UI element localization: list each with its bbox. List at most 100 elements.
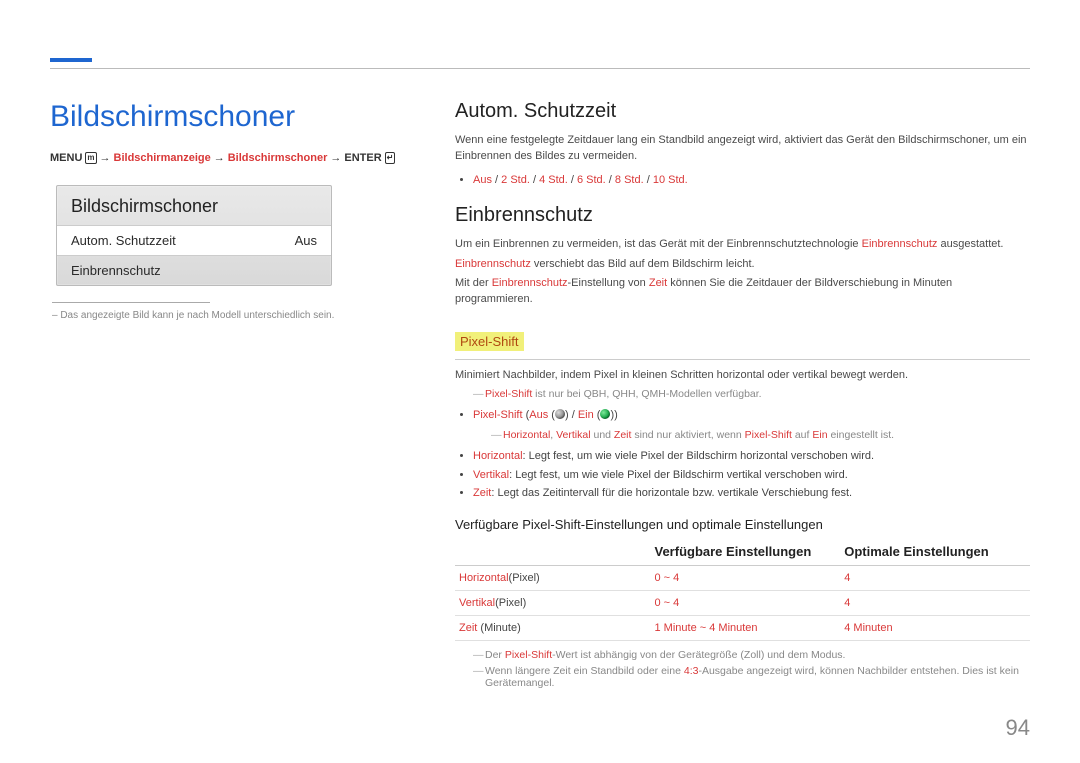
pixel-shift-param-list: Horizontal : Legt fest, um wie viele Pixe…	[473, 447, 1030, 503]
enter-icon: ↵	[385, 152, 396, 164]
list-item: Zeit: Legt das Zeitintervall für die hor…	[473, 484, 1030, 503]
text: (Minute)	[477, 622, 520, 634]
text: ))	[610, 409, 617, 421]
table-row: Zeit (Minute) 1 Minute ~ 4 Minuten 4 Min…	[455, 616, 1030, 641]
optimal-value: 4 Minuten	[840, 616, 1030, 641]
term-pixel-shift: Pixel-Shift	[473, 409, 523, 421]
option-8std: 8 Std.	[615, 174, 644, 186]
term-pixel-shift: Pixel-Shift	[505, 649, 552, 661]
pixel-shift-option-list: Pixel-Shift (Aus () / Ein ())	[473, 406, 1030, 425]
header-rule	[50, 68, 1030, 69]
term-vertikal: Vertikal	[556, 429, 590, 441]
text: sind nur aktiviert, wenn	[631, 429, 744, 441]
term-einbrennschutz: Einbrennschutz	[862, 238, 938, 250]
osd-title: Bildschirmschoner	[57, 186, 331, 225]
einbrennschutz-p2: Einbrennschutz verschiebt das Bild auf d…	[455, 257, 1030, 273]
table-header	[455, 538, 651, 566]
breadcrumb-arrow: →	[330, 152, 341, 164]
card-footnote-rule	[52, 302, 210, 303]
row-label: Horizontal(Pixel)	[455, 566, 651, 591]
row-label: Vertikal(Pixel)	[455, 591, 651, 616]
table-header: Optimale Einstellungen	[840, 538, 1030, 566]
card-footnote: – Das angezeigte Bild kann je nach Model…	[52, 310, 334, 321]
separator: /	[644, 174, 653, 186]
term-vertikal: Vertikal	[459, 597, 495, 609]
list-item: Aus / 2 Std. / 4 Std. / 6 Std. / 8 Std. …	[473, 171, 1030, 190]
text: -Einstellung von	[568, 277, 649, 289]
pixel-shift-availability-note: Pixel-Shift ist nur bei QBH, QHH, QMH-Mo…	[473, 388, 1030, 400]
radio-off-icon	[555, 409, 565, 419]
term-pixel-shift: Pixel-Shift	[745, 429, 792, 441]
auto-schutzzeit-desc: Wenn eine festgelegte Zeitdauer lang ein…	[455, 133, 1030, 165]
text: : Legt das Zeitintervall für die horizon…	[491, 487, 852, 499]
text: verschiebt das Bild auf dem Bildschirm l…	[531, 258, 755, 270]
option-aus: Aus	[529, 409, 548, 421]
option-2std: 2 Std.	[501, 174, 530, 186]
pixel-shift-heading-row: Pixel-Shift	[455, 328, 1030, 360]
text: auf	[792, 429, 812, 441]
footnote-afterimage: Wenn längere Zeit ein Standbild oder ein…	[473, 665, 1030, 689]
pixel-shift-settings-table: Verfügbare Einstellungen Optimale Einste…	[455, 538, 1030, 641]
footnote-pixel-shift-value: Der Pixel-Shift-Wert ist abhängig von de…	[473, 649, 1030, 661]
text: Um ein Einbrennen zu vermeiden, ist das …	[455, 238, 862, 250]
section-heading-auto-schutzzeit: Autom. Schutzzeit	[455, 100, 1030, 123]
section-heading-pixel-shift: Pixel-Shift	[455, 332, 524, 351]
term-zeit: Zeit	[614, 429, 632, 441]
row-label: Zeit (Minute)	[455, 616, 651, 641]
term-horizontal: Horizontal	[503, 429, 550, 441]
table-row: Vertikal(Pixel) 0 ~ 4 4	[455, 591, 1030, 616]
table-title: Verfügbare Pixel-Shift-Einstellungen und…	[455, 517, 1030, 532]
term-4-3: 4:3	[684, 665, 699, 677]
list-item: Pixel-Shift (Aus () / Ein ())	[473, 406, 1030, 425]
term-horizontal: Horizontal	[473, 450, 523, 462]
text: ist nur bei QBH, QHH, QMH-Modellen verfü…	[532, 388, 761, 400]
radio-on-icon	[600, 409, 610, 419]
term-horizontal: Horizontal	[459, 572, 509, 584]
breadcrumb-menu: MENU	[50, 152, 82, 164]
table-header-row: Verfügbare Einstellungen Optimale Einste…	[455, 538, 1030, 566]
table-header: Verfügbare Einstellungen	[651, 538, 841, 566]
list-item: Vertikal: Legt fest, um wie viele Pixel …	[473, 466, 1030, 485]
einbrennschutz-p1: Um ein Einbrennen zu vermeiden, ist das …	[455, 237, 1030, 253]
breadcrumb-enter: ENTER	[344, 152, 381, 164]
available-value: 1 Minute ~ 4 Minuten	[651, 616, 841, 641]
text: Mit der	[455, 277, 492, 289]
text: und	[591, 429, 614, 441]
text: )	[565, 409, 569, 421]
option-10std: 10 Std.	[653, 174, 688, 186]
term-zeit: Zeit	[473, 487, 491, 499]
option-ein: Ein	[578, 409, 594, 421]
separator: /	[568, 174, 577, 186]
term-einbrennschutz: Einbrennschutz	[455, 258, 531, 270]
separator: /	[606, 174, 615, 186]
list-item: Horizontal: Legt fest, um wie viele Pixe…	[473, 447, 1030, 466]
option-4std: 4 Std.	[539, 174, 568, 186]
osd-row-label: Autom. Schutzzeit	[71, 233, 176, 248]
osd-row-value: Aus	[295, 233, 317, 248]
breadcrumb-part2: Bildschirmschoner	[228, 152, 328, 164]
separator: /	[492, 174, 501, 186]
text: Der	[485, 649, 505, 661]
osd-row-burn-protection[interactable]: Einbrennschutz	[57, 256, 331, 285]
option-6std: 6 Std.	[577, 174, 606, 186]
osd-row-auto-protection[interactable]: Autom. Schutzzeit Aus	[57, 225, 331, 256]
available-value: 0 ~ 4	[651, 591, 841, 616]
breadcrumb: MENU m → Bildschirmanzeige → Bildschirms…	[50, 152, 395, 164]
option-aus: Aus	[473, 174, 492, 186]
page-number: 94	[1006, 715, 1030, 741]
einbrennschutz-p3: Mit der Einbrennschutz-Einstellung von Z…	[455, 276, 1030, 308]
text: ausgestattet.	[937, 238, 1003, 250]
term-vertikal: Vertikal	[473, 469, 509, 481]
text: (Pixel)	[495, 597, 526, 609]
page-title: Bildschirmschoner	[50, 100, 295, 134]
term-zeit: Zeit	[649, 277, 667, 289]
optimal-value: 4	[840, 566, 1030, 591]
breadcrumb-arrow: →	[214, 152, 225, 164]
optimal-value: 4	[840, 591, 1030, 616]
text: : Legt fest, um wie viele Pixel der Bild…	[509, 469, 848, 481]
text: Wenn längere Zeit ein Standbild oder ein…	[485, 665, 684, 677]
auto-schutzzeit-options: Aus / 2 Std. / 4 Std. / 6 Std. / 8 Std. …	[473, 171, 1030, 190]
table-row: Horizontal(Pixel) 0 ~ 4 4	[455, 566, 1030, 591]
menu-icon: m	[85, 152, 96, 164]
breadcrumb-part1: Bildschirmanzeige	[114, 152, 211, 164]
